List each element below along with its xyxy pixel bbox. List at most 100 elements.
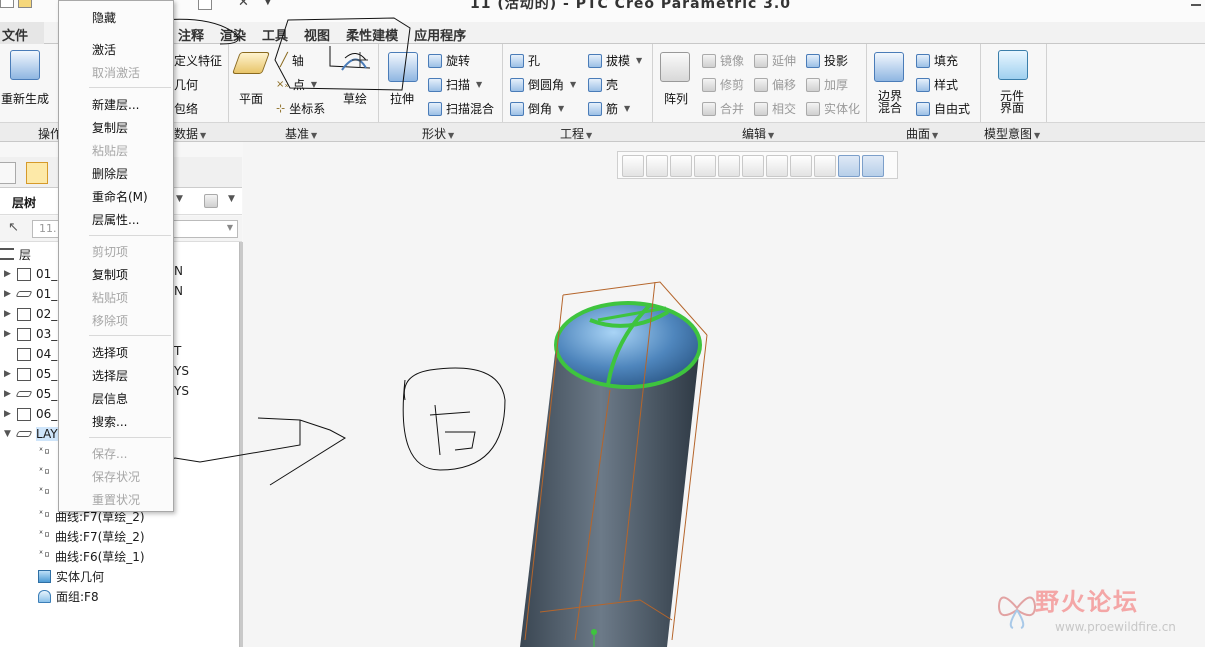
model-tree-tab-icon[interactable] <box>0 162 16 184</box>
expand-icon[interactable]: ▶ <box>4 329 12 339</box>
menu-item-select-layers[interactable]: 选择层 <box>92 367 128 384</box>
rib-button[interactable]: 筋 ▼ <box>588 100 630 117</box>
settings-list-icon[interactable] <box>204 194 218 208</box>
group-editing-label[interactable]: 编辑 ▼ <box>742 125 774 142</box>
list-item[interactable]: 面组:F8 <box>38 586 99 606</box>
perspective-icon[interactable] <box>790 155 812 177</box>
mirror-button[interactable]: 镜像 <box>702 52 744 69</box>
sketch-button[interactable]: 草绘 <box>338 90 372 107</box>
list-item[interactable]: ▶ 01_ <box>4 284 57 304</box>
style-button[interactable]: 样式 <box>916 76 958 93</box>
regenerate-button[interactable]: 重新生成 <box>0 90 50 107</box>
repaint-icon[interactable] <box>694 155 716 177</box>
list-item[interactable]: 04_ <box>4 344 57 364</box>
fill-button[interactable]: 填充 <box>916 52 958 69</box>
menu-item-layer-info[interactable]: 层信息 <box>92 390 128 407</box>
expand-icon[interactable]: ▶ <box>4 269 12 279</box>
boundary-blend-icon[interactable] <box>874 52 904 82</box>
csys-button[interactable]: ⊹ 坐标系 <box>276 100 325 117</box>
shrinkwrap-button[interactable]: 包络 <box>174 100 198 117</box>
select-arrow-icon[interactable]: ↖ <box>8 220 19 235</box>
offset-button[interactable]: 偏移 <box>754 76 796 93</box>
extrude-icon[interactable] <box>388 52 418 82</box>
show-dropdown-icon[interactable]: ▼ <box>176 194 183 204</box>
tab-tools[interactable]: 工具 <box>254 22 296 44</box>
point-button[interactable]: ×ₓ 点 ▼ <box>276 76 317 93</box>
group-surfaces-label[interactable]: 曲面 ▼ <box>906 125 938 142</box>
tab-render[interactable]: 渲染 <box>212 22 254 44</box>
swept-blend-button[interactable]: 扫描混合 <box>428 100 494 117</box>
tab-flexible-modeling[interactable]: 柔性建模 <box>338 22 406 44</box>
expand-icon[interactable]: ▶ <box>4 309 12 319</box>
settings-dropdown-icon[interactable]: ▼ <box>228 194 235 204</box>
menu-item-save-status[interactable]: 保存状况 <box>92 468 140 485</box>
expand-icon[interactable]: ▶ <box>4 389 12 399</box>
expand-icon[interactable]: ▶ <box>4 409 12 419</box>
graphics-window[interactable] <box>243 142 1205 647</box>
menu-item-layer-properties[interactable]: 层属性... <box>92 211 139 228</box>
trim-button[interactable]: 修剪 <box>702 76 744 93</box>
regenerate-quick-icon[interactable] <box>198 0 212 10</box>
freestyle-button[interactable]: 自由式 <box>916 100 970 117</box>
close-window-icon[interactable]: ✕ <box>238 0 249 10</box>
list-item[interactable]: ˣ▫ 曲线:F7(草绘_2) <box>38 526 145 546</box>
list-item[interactable]: ▶ 01_ <box>4 264 57 284</box>
group-datum-label[interactable]: 基准 ▼ <box>285 125 317 142</box>
menu-item-paste-item[interactable]: 粘贴项 <box>92 289 128 306</box>
merge-button[interactable]: 合并 <box>702 100 744 117</box>
component-interface-button[interactable]: 元件 界面 <box>992 90 1032 114</box>
expand-icon[interactable]: ▶ <box>4 369 12 379</box>
menu-item-delete-layer[interactable]: 删除层 <box>92 165 128 182</box>
pattern-button[interactable]: 阵列 <box>656 90 696 107</box>
menu-item-copy-item[interactable]: 复制项 <box>92 266 128 283</box>
refit-icon[interactable] <box>622 155 644 177</box>
list-item[interactable]: 实体几何 <box>38 566 104 586</box>
copy-geometry-button[interactable]: 几何 <box>174 76 198 93</box>
hole-button[interactable]: 孔 <box>510 52 540 69</box>
group-model-intent-label[interactable]: 模型意图 ▼ <box>984 125 1040 142</box>
datum-display-icon[interactable] <box>814 155 836 177</box>
collapse-icon[interactable]: ▼ <box>4 429 12 439</box>
layer-tree-tab-icon[interactable] <box>26 162 48 184</box>
intersect-button[interactable]: 相交 <box>754 100 796 117</box>
menu-item-cut-item[interactable]: 剪切项 <box>92 243 128 260</box>
display-style-icon[interactable] <box>718 155 740 177</box>
zoom-in-icon[interactable] <box>646 155 668 177</box>
group-get-data-label[interactable]: 数据 ▼ <box>174 125 206 142</box>
menu-item-reset-status[interactable]: 重置状况 <box>92 491 140 508</box>
list-item-selected[interactable]: ▼ LAY <box>4 424 58 444</box>
menu-item-paste-layer[interactable]: 粘贴层 <box>92 142 128 159</box>
group-engineering-label[interactable]: 工程 ▼ <box>560 125 592 142</box>
extend-button[interactable]: 延伸 <box>754 52 796 69</box>
menu-item-remove-item[interactable]: 移除项 <box>92 312 128 329</box>
view-manager-icon[interactable] <box>766 155 788 177</box>
menu-item-copy-layer[interactable]: 复制层 <box>92 119 128 136</box>
user-defined-feature-button[interactable]: 定义特征 <box>174 52 222 69</box>
zoom-out-icon[interactable] <box>670 155 692 177</box>
menu-item-activate[interactable]: 激活 <box>92 41 116 58</box>
boundary-blend-button[interactable]: 边界 混合 <box>872 90 908 114</box>
new-file-icon[interactable] <box>0 0 14 8</box>
extrude-button[interactable]: 拉伸 <box>384 90 420 107</box>
spin-center-icon[interactable] <box>862 155 884 177</box>
regenerate-icon[interactable] <box>10 50 40 80</box>
sketch-icon[interactable] <box>338 50 370 80</box>
revolve-button[interactable]: 旋转 <box>428 52 470 69</box>
saved-orientations-icon[interactable] <box>742 155 764 177</box>
list-item[interactable]: ▶ 06_ <box>4 404 57 424</box>
menu-item-select-items[interactable]: 选择项 <box>92 344 128 361</box>
menu-item-deactivate[interactable]: 取消激活 <box>92 64 140 81</box>
shell-button[interactable]: 壳 <box>588 76 618 93</box>
list-item[interactable]: ▶ 03_ <box>4 324 57 344</box>
expand-icon[interactable]: ▶ <box>4 289 12 299</box>
tab-annotate[interactable]: 注释 <box>170 22 212 44</box>
tab-view[interactable]: 视图 <box>296 22 338 44</box>
qat-dropdown-icon[interactable]: ▼ <box>264 0 272 7</box>
round-button[interactable]: 倒圆角 ▼ <box>510 76 576 93</box>
sweep-button[interactable]: 扫描 ▼ <box>428 76 482 93</box>
menu-item-save[interactable]: 保存... <box>92 445 127 462</box>
menu-item-new-layer[interactable]: 新建层... <box>92 96 139 113</box>
annotation-display-icon[interactable] <box>838 155 860 177</box>
open-file-icon[interactable] <box>18 0 32 8</box>
tab-file[interactable]: 文件▼ <box>0 22 44 57</box>
